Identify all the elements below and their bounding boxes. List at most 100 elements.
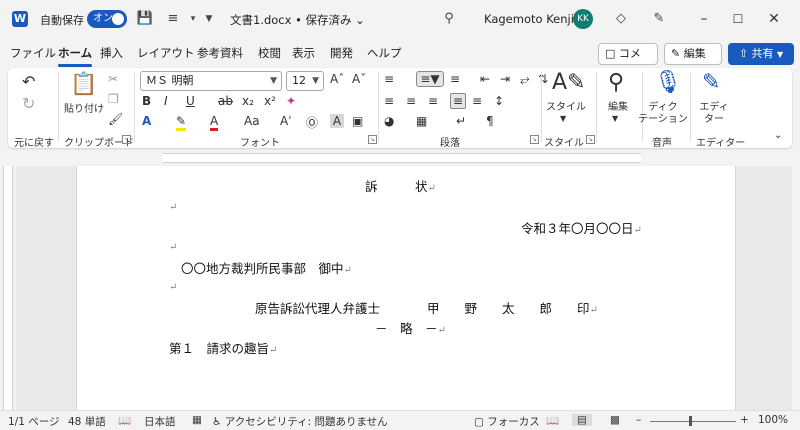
grow-font-icon[interactable]: Aˆ <box>330 72 344 86</box>
enclose-char-icon[interactable]: Ⓞ <box>306 114 318 131</box>
doc-line-date[interactable]: 令和３年〇月〇〇日↵ <box>521 218 642 237</box>
tab-review[interactable]: 校閲 <box>258 45 281 61</box>
horizontal-ruler[interactable] <box>0 150 800 166</box>
doc-line-title[interactable]: 訴 状↵ <box>365 176 436 195</box>
styles-icon[interactable]: A✎ <box>552 70 585 95</box>
text-effects-icon[interactable]: A <box>142 114 151 128</box>
paragraph-launcher-icon[interactable]: ↘ <box>530 135 539 144</box>
zoom-out-icon[interactable]: – <box>636 414 641 426</box>
doc-line-omitted[interactable]: － 略 －↵ <box>375 318 446 337</box>
change-case-icon[interactable]: Aa <box>244 114 260 128</box>
undo-icon[interactable]: ↶ <box>22 72 35 91</box>
clipboard-launcher-icon[interactable]: ↘ <box>122 135 131 144</box>
highlight-icon[interactable]: ✎ <box>176 114 187 131</box>
bullets-icon[interactable]: ≡ <box>384 72 394 86</box>
zoom-slider-thumb[interactable] <box>689 416 692 426</box>
char-shading-icon[interactable]: A <box>330 114 344 128</box>
user-name[interactable]: Kagemoto Kenji <box>484 12 574 26</box>
tab-help[interactable]: ヘルプ <box>367 45 402 61</box>
cut-icon[interactable]: ✂ <box>108 72 118 86</box>
paste-label[interactable]: 貼り付け <box>64 104 104 116</box>
char-border-icon[interactable]: ▣ <box>352 114 363 128</box>
shrink-font-icon[interactable]: Aˇ <box>352 72 366 86</box>
paste-icon[interactable]: 📋 <box>70 72 97 97</box>
redo-icon[interactable]: ↻ <box>22 94 35 113</box>
copy-icon[interactable]: ❐ <box>108 92 119 106</box>
line-spacing-icon[interactable]: ↕ <box>494 94 504 108</box>
word-count[interactable]: 48 単語 <box>68 414 106 429</box>
find-magnifier-icon[interactable]: ⚲ <box>608 70 624 95</box>
tab-layout[interactable]: レイアウト <box>137 45 195 61</box>
predictions-icon[interactable]: ▦ <box>192 414 202 426</box>
align-right-icon[interactable]: ≡ <box>428 94 438 108</box>
print-layout-icon[interactable]: ▤ <box>572 414 592 426</box>
doc-line-attorney-name[interactable]: 甲 野 太 郎 印↵ <box>427 298 598 317</box>
align-center-icon[interactable]: ≡ <box>406 94 416 108</box>
doc-line-section[interactable]: 第１ 請求の趣旨↵ <box>169 338 277 357</box>
styles-label[interactable]: スタイル <box>544 102 588 114</box>
pen-icon[interactable]: ✎ <box>650 10 668 28</box>
italic-icon[interactable]: I <box>164 94 168 108</box>
close-icon[interactable]: ✕ <box>764 9 784 29</box>
font-color-icon[interactable]: A <box>210 114 219 131</box>
avatar[interactable]: KK <box>573 9 593 29</box>
document-title[interactable]: 文書1.docx • 保存済み ⌄ <box>230 12 365 28</box>
tab-view[interactable]: 表示 <box>292 45 315 61</box>
document-page[interactable]: 訴 状↵ ↵ 令和３年〇月〇〇日↵ ↵ 〇〇地方裁判所民事部 御中↵ ↵ 原告訴… <box>76 166 736 410</box>
font-launcher-icon[interactable]: ↘ <box>368 135 377 144</box>
dictation-label-2[interactable]: テーション <box>638 114 688 126</box>
phonetic-guide-icon[interactable]: Aˈ <box>280 114 292 128</box>
comment-button[interactable]: □ コメント <box>598 43 658 80</box>
align-left-icon[interactable]: ≡ <box>384 94 394 108</box>
read-mode-icon[interactable]: 📖 <box>546 414 559 427</box>
paragraph-mark-icon[interactable]: ¶ <box>486 114 494 128</box>
editor-label-1[interactable]: エディ <box>696 102 732 114</box>
bold-icon[interactable]: B <box>142 94 151 108</box>
tab-file[interactable]: ファイル <box>10 45 56 61</box>
superscript-icon[interactable]: x² <box>264 94 276 108</box>
tab-home[interactable]: ホーム <box>58 45 93 67</box>
font-size-combo[interactable]: 12 ▼ <box>286 71 324 91</box>
subscript-icon[interactable]: x₂ <box>242 94 254 108</box>
autosave-toggle[interactable]: オン <box>87 10 127 28</box>
underline-icon[interactable]: U <box>186 94 195 108</box>
customize-qat-icon[interactable]: ▼ <box>200 10 218 28</box>
editor-label-2[interactable]: ター <box>696 114 732 126</box>
proofing-icon[interactable]: 📖 <box>118 414 131 427</box>
vertical-scrollbar[interactable] <box>792 166 800 410</box>
vertical-ruler[interactable] <box>0 166 16 410</box>
focus-button[interactable]: ▢ フォーカス <box>474 414 540 429</box>
minimize-icon[interactable]: – <box>694 9 714 29</box>
maximize-icon[interactable]: ☐ <box>728 9 748 29</box>
editing-label[interactable]: 編集 <box>600 102 636 114</box>
borders-icon[interactable]: ▦ <box>416 114 427 128</box>
chevron-down-icon[interactable]: ▼ <box>612 114 618 123</box>
tab-references[interactable]: 参考資料 <box>197 45 243 61</box>
show-formatting-icon[interactable]: ↵ <box>456 114 466 128</box>
language[interactable]: 日本語 <box>144 414 176 429</box>
styles-launcher-icon[interactable]: ↘ <box>586 135 595 144</box>
bullets-qat-icon[interactable]: ≡ <box>164 10 182 28</box>
web-layout-icon[interactable]: ▩ <box>610 414 620 426</box>
justify-icon[interactable]: ≡ <box>450 93 466 109</box>
zoom-level[interactable]: 100% <box>758 414 788 426</box>
share-button[interactable]: ⇧ 共有 ▼ <box>728 43 794 65</box>
increase-indent-icon[interactable]: ⇥ <box>500 72 510 86</box>
doc-line-attorney-label[interactable]: 原告訴訟代理人弁護士 <box>255 298 380 317</box>
dictation-label-1[interactable]: ディク <box>638 102 688 114</box>
document-canvas[interactable]: 訴 状↵ ↵ 令和３年〇月〇〇日↵ ↵ 〇〇地方裁判所民事部 御中↵ ↵ 原告訴… <box>16 166 800 410</box>
tab-insert[interactable]: 挿入 <box>100 45 123 61</box>
edit-mode-button[interactable]: ✎ 編集 ▼ <box>664 43 722 79</box>
save-icon[interactable]: 💾 <box>136 10 154 28</box>
shading-icon[interactable]: ◕ <box>384 114 394 128</box>
sort-icon[interactable]: ⇅ <box>538 72 548 86</box>
premium-diamond-icon[interactable]: ◇ <box>612 10 630 28</box>
distributed-icon[interactable]: ≡ <box>472 94 482 108</box>
font-name-combo[interactable]: ＭＳ 明朝 ▼ <box>140 71 282 91</box>
zoom-slider[interactable] <box>650 421 736 422</box>
microphone-icon[interactable]: 🎙 <box>654 70 682 95</box>
zoom-in-icon[interactable]: + <box>740 414 749 426</box>
asian-layout-icon[interactable]: ⥂ <box>520 72 530 87</box>
accessibility-status[interactable]: ♿ アクセシビリティ: 問題ありません <box>212 414 388 429</box>
numbering-icon[interactable]: ≡▼ <box>416 71 444 87</box>
